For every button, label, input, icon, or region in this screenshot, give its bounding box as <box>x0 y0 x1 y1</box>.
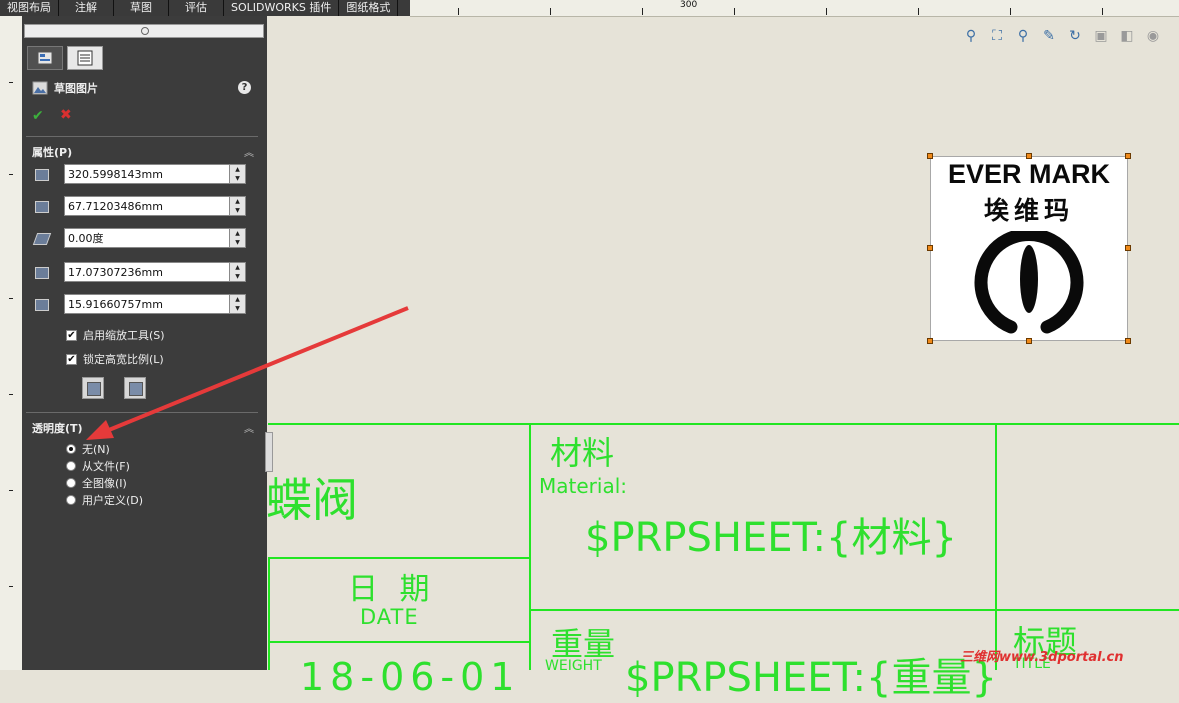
annotation-arrow <box>86 306 409 440</box>
watermark: 三维网www.3dportal.cn <box>960 650 1124 665</box>
